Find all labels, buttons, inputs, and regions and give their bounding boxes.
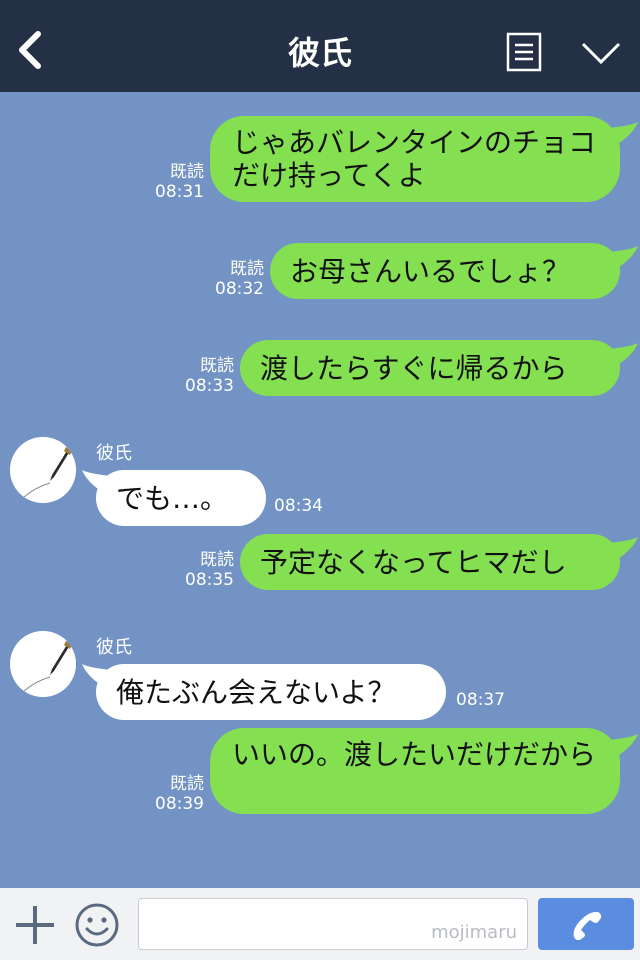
sender-name: 彼氏 <box>96 637 132 658</box>
sender-name: 彼氏 <box>96 443 132 464</box>
message-time: 08:35 <box>185 570 234 590</box>
smile-icon[interactable] <box>74 902 120 948</box>
message-meta: 既読 08:31 <box>148 162 204 202</box>
outgoing-message[interactable]: 予定なくなってヒマだし <box>240 534 620 590</box>
message-time: 08:32 <box>215 279 264 299</box>
input-bar: mojimaru <box>0 888 640 960</box>
bubble-tail <box>608 122 638 146</box>
message-time: 08:33 <box>185 376 234 396</box>
read-receipt: 既読 <box>200 356 234 376</box>
incoming-message[interactable]: でも…。 <box>96 470 266 526</box>
read-receipt: 既読 <box>170 162 204 182</box>
bubble-tail <box>608 246 638 270</box>
fountain-pen-icon <box>10 631 76 697</box>
chevron-down-icon[interactable] <box>580 40 622 66</box>
message-time: 08:31 <box>155 182 204 202</box>
message-list[interactable]: じゃあバレンタインのチョコだけ持ってくよ 既読 08:31 お母さんいるでしょ？… <box>0 92 640 888</box>
read-receipt: 既読 <box>230 259 264 279</box>
outgoing-message[interactable]: お母さんいるでしょ？ <box>270 243 620 299</box>
read-receipt: 既読 <box>170 774 204 794</box>
bubble-tail <box>608 537 638 561</box>
incoming-message[interactable]: 俺たぶん会えないよ？ <box>96 664 446 720</box>
chat-title: 彼氏 <box>287 34 352 72</box>
message-meta: 既読 08:35 <box>176 550 234 590</box>
outgoing-message[interactable]: いいの。渡したいだけだから <box>210 728 620 814</box>
watermark: mojimaru <box>431 922 517 943</box>
fountain-pen-icon <box>10 437 76 503</box>
bubble-tail <box>608 343 638 367</box>
message-time: 08:34 <box>274 496 323 516</box>
chat-header: 彼氏 <box>0 0 640 92</box>
document-list-icon[interactable] <box>506 32 542 72</box>
plus-icon[interactable] <box>14 904 56 946</box>
message-input[interactable]: mojimaru <box>138 898 528 950</box>
call-button[interactable] <box>538 898 634 950</box>
avatar[interactable] <box>10 437 76 503</box>
outgoing-message[interactable]: 渡したらすぐに帰るから <box>240 340 620 396</box>
read-receipt: 既読 <box>200 550 234 570</box>
message-meta: 既読 08:39 <box>146 774 204 814</box>
avatar[interactable] <box>10 631 76 697</box>
outgoing-message[interactable]: じゃあバレンタインのチョコだけ持ってくよ <box>210 116 620 202</box>
message-meta: 既読 08:32 <box>206 259 264 299</box>
message-meta: 既読 08:33 <box>176 356 234 396</box>
message-time: 08:39 <box>155 794 204 814</box>
phone-icon <box>573 911 602 940</box>
bubble-tail <box>608 734 638 758</box>
message-time: 08:37 <box>456 690 505 710</box>
